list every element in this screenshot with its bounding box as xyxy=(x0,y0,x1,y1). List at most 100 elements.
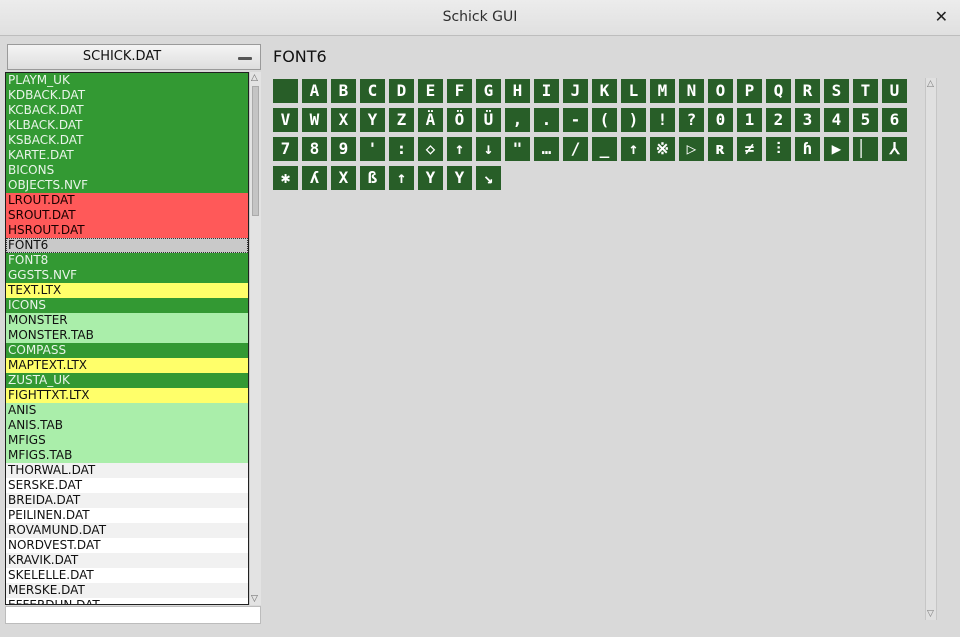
scroll-thumb[interactable] xyxy=(252,86,259,216)
file-list-item[interactable]: ANIS xyxy=(6,403,248,418)
font-glyph: ※ xyxy=(650,137,675,161)
file-list-scrollbar[interactable]: △ ▽ xyxy=(249,72,261,605)
font-glyph: ⅄ xyxy=(882,137,907,161)
font-glyph: A xyxy=(302,79,327,103)
font-glyph: 9 xyxy=(331,137,356,161)
file-list-item[interactable]: MFIGS xyxy=(6,433,248,448)
file-list-item[interactable]: MFIGS.TAB xyxy=(6,448,248,463)
file-list-item[interactable]: FONT8 xyxy=(6,253,248,268)
file-list-item[interactable]: KSBACK.DAT xyxy=(6,133,248,148)
file-list-item[interactable]: KLBACK.DAT xyxy=(6,118,248,133)
file-list-item[interactable]: KDBACK.DAT xyxy=(6,88,248,103)
font-glyph: M xyxy=(650,79,675,103)
font-glyph: " xyxy=(505,137,530,161)
font-glyph: V xyxy=(273,108,298,132)
file-list-item[interactable]: PLAYM_UK xyxy=(6,73,248,88)
font-glyph: - xyxy=(563,108,588,132)
font-glyph: ✱ xyxy=(273,166,298,190)
font-glyph: ) xyxy=(621,108,646,132)
font-glyph: ' xyxy=(360,137,385,161)
file-list-item[interactable]: ROVAMUND.DAT xyxy=(6,523,248,538)
font-glyph: … xyxy=(534,137,559,161)
file-listbox[interactable]: PLAYM_UK KDBACK.DAT KCBACK.DAT KLBACK.DAT KS… xyxy=(5,72,249,605)
file-list-item[interactable]: FIGHTTXT.LTX xyxy=(6,388,248,403)
font-glyph: Z xyxy=(389,108,414,132)
font-glyph: ↓ xyxy=(476,137,501,161)
font-glyph: 7 xyxy=(273,137,298,161)
font-glyph: 4 xyxy=(824,108,849,132)
file-list-item[interactable]: MERSKE.DAT xyxy=(6,583,248,598)
scroll-down-arrow-icon[interactable]: ▽ xyxy=(927,609,934,619)
font-glyph: C xyxy=(360,79,385,103)
file-list-item[interactable]: LROUT.DAT xyxy=(6,193,248,208)
file-list-item[interactable]: HSROUT.DAT xyxy=(6,223,248,238)
file-list-item[interactable]: BREIDA.DAT xyxy=(6,493,248,508)
window-title: Schick GUI xyxy=(442,9,518,25)
file-list-item[interactable]: SERSKE.DAT xyxy=(6,478,248,493)
dropdown-arrow-icon xyxy=(238,57,252,60)
font-glyph: ↑ xyxy=(447,137,472,161)
file-list-item[interactable]: FONT6 xyxy=(6,238,248,253)
file-list-item[interactable]: KRAVIK.DAT xyxy=(6,553,248,568)
font-glyph: D xyxy=(389,79,414,103)
viewer-scrollbar[interactable]: △ ▽ xyxy=(925,78,937,620)
font-glyph: ß xyxy=(360,166,385,190)
file-list-item[interactable]: TEXT.LTX xyxy=(6,283,248,298)
font-glyph: / xyxy=(563,137,588,161)
font-glyph: ( xyxy=(592,108,617,132)
file-list-item[interactable]: KCBACK.DAT xyxy=(6,103,248,118)
font-glyph: . xyxy=(534,108,559,132)
file-list-item[interactable]: GGSTS.NVF xyxy=(6,268,248,283)
file-list-item[interactable]: ANIS.TAB xyxy=(6,418,248,433)
scroll-down-arrow-icon[interactable]: ▽ xyxy=(251,594,258,604)
file-list-item[interactable]: BICONS xyxy=(6,163,248,178)
font-glyph: ⫶ xyxy=(766,137,791,161)
scroll-up-arrow-icon[interactable]: △ xyxy=(251,73,258,83)
font-glyph: ↘ xyxy=(476,166,501,190)
font-glyph: ◇ xyxy=(418,137,443,161)
file-list-item[interactable]: PEILINEN.DAT xyxy=(6,508,248,523)
scroll-up-arrow-icon[interactable]: △ xyxy=(927,79,934,89)
font-glyph: ≠ xyxy=(737,137,762,161)
font-glyph: , xyxy=(505,108,530,132)
font-glyph xyxy=(273,79,298,103)
file-list-item[interactable]: MAPTEXT.LTX xyxy=(6,358,248,373)
file-list-item[interactable]: COMPASS xyxy=(6,343,248,358)
font-glyph: 2 xyxy=(766,108,791,132)
file-list-item[interactable]: MONSTER xyxy=(6,313,248,328)
font-glyph: P xyxy=(737,79,762,103)
font-glyph: Y xyxy=(360,108,385,132)
file-list-item[interactable]: THORWAL.DAT xyxy=(6,463,248,478)
title-bar: Schick GUI ✕ xyxy=(0,0,960,36)
font-glyph: Y xyxy=(418,166,443,190)
font-glyph: S xyxy=(824,79,849,103)
font-glyph: U xyxy=(882,79,907,103)
font-glyph: I xyxy=(534,79,559,103)
font-glyph: X xyxy=(331,166,356,190)
font-glyph: Ä xyxy=(418,108,443,132)
file-dropdown[interactable]: SCHICK.DAT xyxy=(7,44,261,70)
file-list-item[interactable]: SROUT.DAT xyxy=(6,208,248,223)
font-glyph: ʎ xyxy=(302,166,327,190)
font-glyph: R xyxy=(795,79,820,103)
font-glyph: ↑ xyxy=(621,137,646,161)
font-glyph: 0 xyxy=(708,108,733,132)
file-list-item[interactable]: KARTE.DAT xyxy=(6,148,248,163)
file-list-item[interactable]: ZUSTA_UK xyxy=(6,373,248,388)
file-list-item[interactable]: OBJECTS.NVF xyxy=(6,178,248,193)
file-list-item[interactable]: ICONS xyxy=(6,298,248,313)
file-dropdown-value: SCHICK.DAT xyxy=(82,49,162,64)
font-glyph: ▷ xyxy=(679,137,704,161)
font-glyph: : xyxy=(389,137,414,161)
font-glyph: T xyxy=(853,79,878,103)
filter-input[interactable] xyxy=(5,606,261,624)
file-list-item[interactable]: SKELELLE.DAT xyxy=(6,568,248,583)
close-icon[interactable]: ✕ xyxy=(935,7,948,26)
file-list-item[interactable]: EFFERDUN.DAT xyxy=(6,598,248,604)
font-glyph: F xyxy=(447,79,472,103)
file-list-item[interactable]: MONSTER.TAB xyxy=(6,328,248,343)
font-glyph: Y xyxy=(447,166,472,190)
file-list-item[interactable]: NORDVEST.DAT xyxy=(6,538,248,553)
font-glyph: 8 xyxy=(302,137,327,161)
font-glyph: H xyxy=(505,79,530,103)
